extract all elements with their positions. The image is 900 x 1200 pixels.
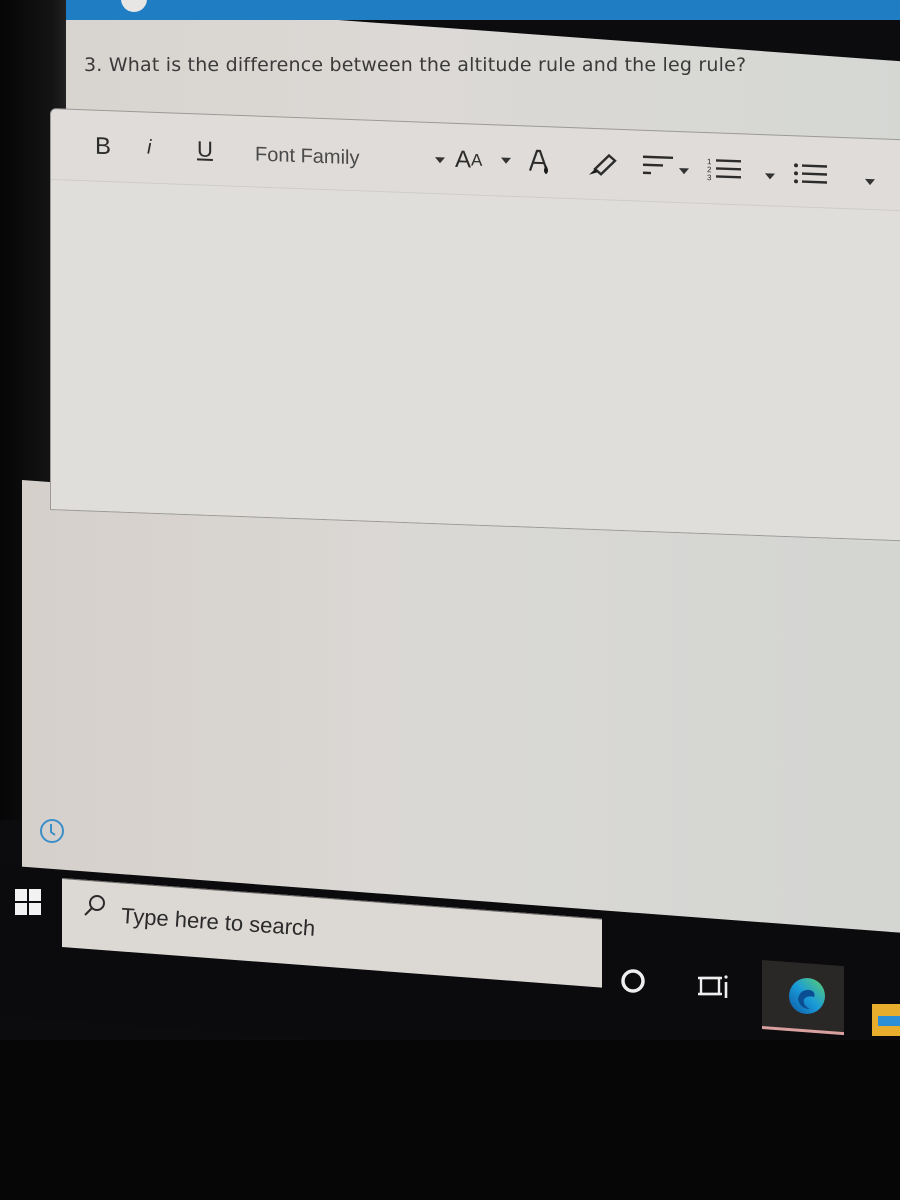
header-bar — [66, 0, 900, 20]
align-button[interactable] — [641, 153, 675, 178]
cortana-icon[interactable] — [618, 966, 648, 996]
rich-text-editor: B i U Font Family AA 1 2 3 — [50, 108, 900, 543]
underline-button[interactable]: U — [197, 136, 213, 163]
chevron-down-icon[interactable] — [765, 173, 775, 180]
font-color-button[interactable] — [527, 146, 553, 177]
italic-button[interactable]: i — [147, 137, 151, 160]
screen: 3. What is the difference between the al… — [0, 0, 900, 1200]
edge-icon[interactable] — [786, 975, 828, 1017]
bulleted-list-button[interactable] — [793, 160, 829, 189]
search-icon — [84, 895, 105, 916]
task-view-icon[interactable] — [698, 970, 732, 1004]
svg-text:3: 3 — [707, 173, 712, 182]
highlighter-icon — [589, 153, 617, 176]
align-left-icon — [643, 155, 673, 175]
font-size-label-big: A — [455, 145, 472, 174]
avatar[interactable] — [121, 0, 147, 12]
chevron-down-icon[interactable] — [501, 157, 511, 164]
font-size-label-small: A — [471, 150, 483, 170]
highlight-button[interactable] — [585, 151, 617, 178]
history-clock-icon[interactable] — [39, 818, 65, 844]
numbered-list-icon: 1 2 3 — [707, 157, 741, 182]
editor-text-area[interactable] — [51, 180, 900, 542]
windows-start-icon[interactable] — [14, 888, 42, 916]
bulleted-list-icon — [794, 163, 827, 184]
font-family-dropdown[interactable]: Font Family — [255, 144, 359, 171]
chevron-down-icon[interactable] — [679, 168, 689, 175]
question-text: 3. What is the difference between the al… — [84, 54, 747, 76]
screen-bezel-bottom — [0, 1040, 900, 1200]
numbered-list-button[interactable]: 1 2 3 — [707, 155, 743, 184]
chevron-down-icon[interactable] — [435, 157, 445, 164]
folder-icon[interactable] — [872, 1000, 900, 1040]
chevron-down-icon[interactable] — [865, 178, 875, 186]
bold-button[interactable]: B — [95, 133, 111, 162]
font-size-button[interactable]: AA — [455, 146, 482, 175]
font-color-icon — [528, 149, 549, 175]
